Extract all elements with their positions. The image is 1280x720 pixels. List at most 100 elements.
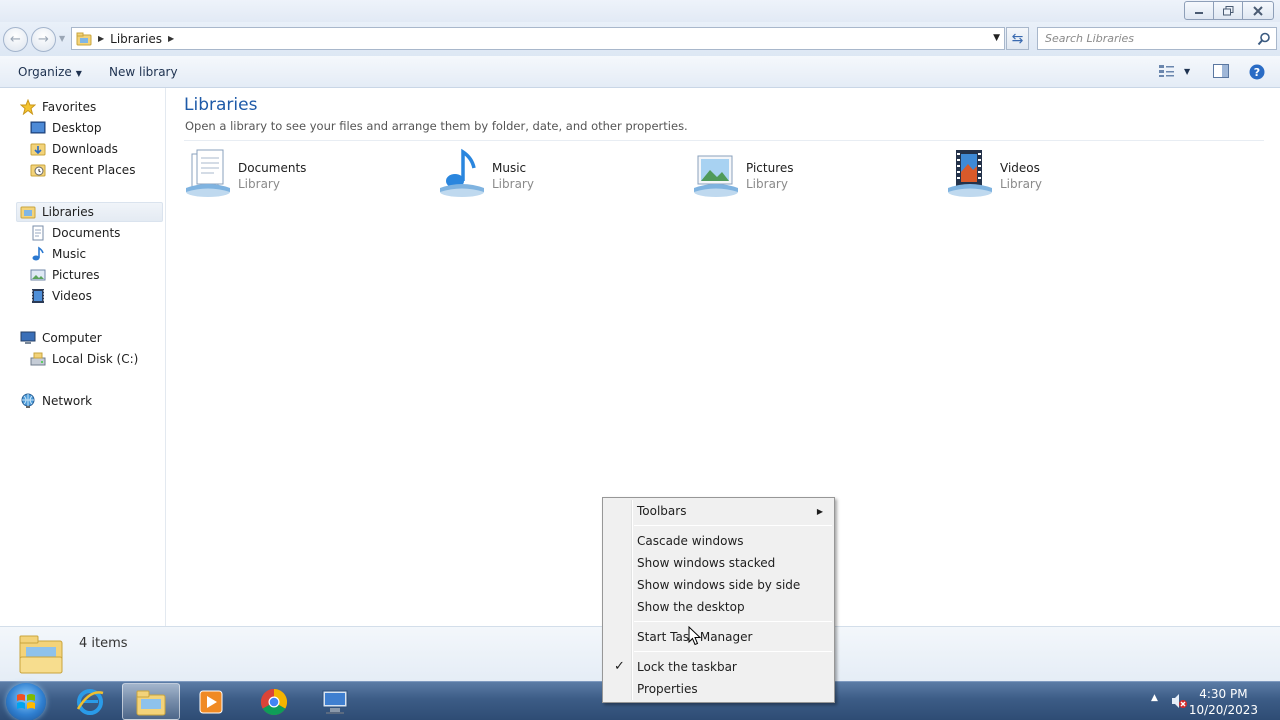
libraries-folder-icon bbox=[76, 32, 92, 45]
library-documents[interactable]: Documents Library bbox=[184, 148, 434, 200]
nav-pictures[interactable]: Pictures bbox=[30, 265, 100, 285]
restore-button[interactable] bbox=[1213, 1, 1243, 20]
search-input[interactable] bbox=[1045, 32, 1250, 45]
nav-documents-label: Documents bbox=[52, 226, 121, 240]
nav-local-disk[interactable]: Local Disk (C:) bbox=[30, 349, 138, 369]
menu-item-show-windows-side-by-side[interactable]: Show windows side by side bbox=[605, 574, 832, 596]
nav-pictures-label: Pictures bbox=[52, 268, 100, 282]
window-controls bbox=[1184, 1, 1274, 20]
svg-text:?: ? bbox=[1254, 66, 1260, 79]
clock-time: 4:30 PM bbox=[1199, 687, 1248, 701]
menu-item-start-task-manager[interactable]: Start Task Manager bbox=[605, 626, 832, 648]
search-icon[interactable] bbox=[1257, 32, 1271, 46]
menu-separator bbox=[634, 651, 832, 652]
documents-library-icon bbox=[186, 149, 230, 197]
internet-explorer-icon bbox=[76, 688, 104, 715]
breadcrumb-libraries[interactable]: Libraries bbox=[110, 32, 162, 46]
breadcrumb-chevron-icon[interactable]: ▶ bbox=[168, 34, 174, 43]
show-hidden-icons-icon[interactable]: ▲ bbox=[1151, 693, 1158, 703]
nav-downloads-label: Downloads bbox=[52, 142, 118, 156]
address-bar[interactable]: ▶ Libraries ▶ ▼ bbox=[71, 27, 1005, 50]
taskbar-chrome[interactable] bbox=[245, 683, 303, 720]
computer-icon bbox=[20, 331, 36, 344]
library-name: Videos bbox=[1000, 161, 1040, 175]
nav-favorites[interactable]: Favorites bbox=[20, 97, 96, 117]
documents-icon bbox=[32, 225, 44, 241]
change-view-button[interactable]: ▼ bbox=[1158, 64, 1190, 78]
new-library-button[interactable]: New library bbox=[109, 65, 178, 79]
menu-item-label: Show windows side by side bbox=[637, 578, 801, 592]
minimize-icon bbox=[1195, 11, 1203, 14]
volume-muted-icon[interactable] bbox=[1170, 692, 1188, 710]
nav-network[interactable]: Network bbox=[20, 391, 92, 411]
windows-logo-icon bbox=[17, 694, 35, 709]
organize-button[interactable]: Organize ▼ bbox=[18, 65, 82, 79]
refresh-button[interactable]: ⇆ bbox=[1006, 27, 1029, 50]
nav-downloads[interactable]: Downloads bbox=[30, 139, 118, 159]
system-tray: ▲ 4:30 PM 10/20/2023 bbox=[1140, 682, 1280, 720]
nav-desktop-label: Desktop bbox=[52, 121, 102, 135]
menu-item-toolbars[interactable]: Toolbars ▶ bbox=[605, 500, 832, 522]
taskbar-windows-explorer[interactable] bbox=[122, 683, 180, 720]
start-button[interactable] bbox=[6, 683, 46, 720]
nav-music[interactable]: Music bbox=[30, 244, 86, 264]
menu-item-label: Cascade windows bbox=[637, 534, 744, 548]
nav-videos[interactable]: Videos bbox=[30, 286, 92, 306]
command-bar: Organize ▼ New library ▼ ? bbox=[0, 56, 1280, 88]
menu-item-label: Properties bbox=[637, 682, 698, 696]
taskbar-clock[interactable]: 4:30 PM 10/20/2023 bbox=[1189, 686, 1258, 718]
content-divider bbox=[184, 140, 1264, 141]
forward-arrow-icon: → bbox=[38, 32, 49, 47]
menu-separator bbox=[634, 525, 832, 526]
help-button[interactable]: ? bbox=[1249, 64, 1265, 80]
forward-button[interactable]: → bbox=[31, 27, 56, 52]
recent-pages-dropdown[interactable]: ▼ bbox=[59, 34, 65, 43]
search-box bbox=[1037, 27, 1277, 50]
downloads-folder-icon bbox=[30, 143, 46, 156]
nav-recent-places-label: Recent Places bbox=[52, 163, 136, 177]
restore-icon bbox=[1222, 5, 1233, 15]
nav-desktop[interactable]: Desktop bbox=[30, 118, 102, 138]
address-dropdown-icon[interactable]: ▼ bbox=[993, 33, 1000, 43]
taskbar-internet-explorer[interactable] bbox=[61, 683, 119, 720]
nav-computer[interactable]: Computer bbox=[20, 328, 102, 348]
submenu-arrow-icon: ▶ bbox=[816, 507, 823, 516]
minimize-button[interactable] bbox=[1184, 1, 1214, 20]
library-type: Library bbox=[238, 177, 280, 191]
videos-icon bbox=[32, 289, 44, 303]
navigation-pane: Favorites Desktop Downloads Recent Place… bbox=[0, 88, 166, 626]
view-dropdown-icon[interactable]: ▼ bbox=[1184, 67, 1190, 76]
menu-item-cascade-windows[interactable]: Cascade windows bbox=[605, 530, 832, 552]
breadcrumb-chevron-icon[interactable]: ▶ bbox=[98, 34, 104, 43]
back-button[interactable]: ← bbox=[3, 27, 28, 52]
nav-local-disk-label: Local Disk (C:) bbox=[52, 352, 139, 366]
menu-item-show-windows-stacked[interactable]: Show windows stacked bbox=[605, 552, 832, 574]
preview-pane-button[interactable] bbox=[1213, 64, 1229, 78]
menu-item-properties[interactable]: Properties bbox=[605, 678, 832, 700]
nav-libraries[interactable]: Libraries bbox=[16, 202, 163, 222]
close-button[interactable] bbox=[1242, 1, 1274, 20]
menu-separator bbox=[634, 621, 832, 622]
menu-item-lock-taskbar[interactable]: ✓ Lock the taskbar bbox=[605, 656, 832, 678]
library-type: Library bbox=[746, 177, 788, 191]
taskbar-remote-desktop[interactable] bbox=[306, 683, 364, 720]
pictures-library-icon bbox=[694, 155, 738, 197]
library-videos[interactable]: Videos Library bbox=[946, 148, 1196, 200]
windows-explorer-icon bbox=[136, 690, 166, 715]
local-disk-icon bbox=[30, 352, 46, 366]
network-icon bbox=[21, 393, 35, 408]
menu-item-show-desktop[interactable]: Show the desktop bbox=[605, 596, 832, 618]
nav-favorites-label: Favorites bbox=[42, 100, 97, 114]
library-music[interactable]: Music Library bbox=[438, 148, 688, 200]
nav-recent-places[interactable]: Recent Places bbox=[30, 160, 135, 180]
title-bar bbox=[0, 0, 1280, 22]
nav-documents[interactable]: Documents bbox=[30, 223, 120, 243]
library-pictures[interactable]: Pictures Library bbox=[692, 148, 942, 200]
pictures-icon bbox=[30, 269, 46, 281]
music-note-icon bbox=[32, 246, 44, 261]
page-subtitle: Open a library to see your files and arr… bbox=[185, 119, 688, 133]
preview-pane-icon bbox=[1213, 64, 1229, 78]
address-row: ← → ▼ ▶ Libraries ▶ ▼ ⇆ bbox=[0, 22, 1280, 56]
taskbar-media-player[interactable] bbox=[182, 683, 240, 720]
library-name: Pictures bbox=[746, 161, 794, 175]
